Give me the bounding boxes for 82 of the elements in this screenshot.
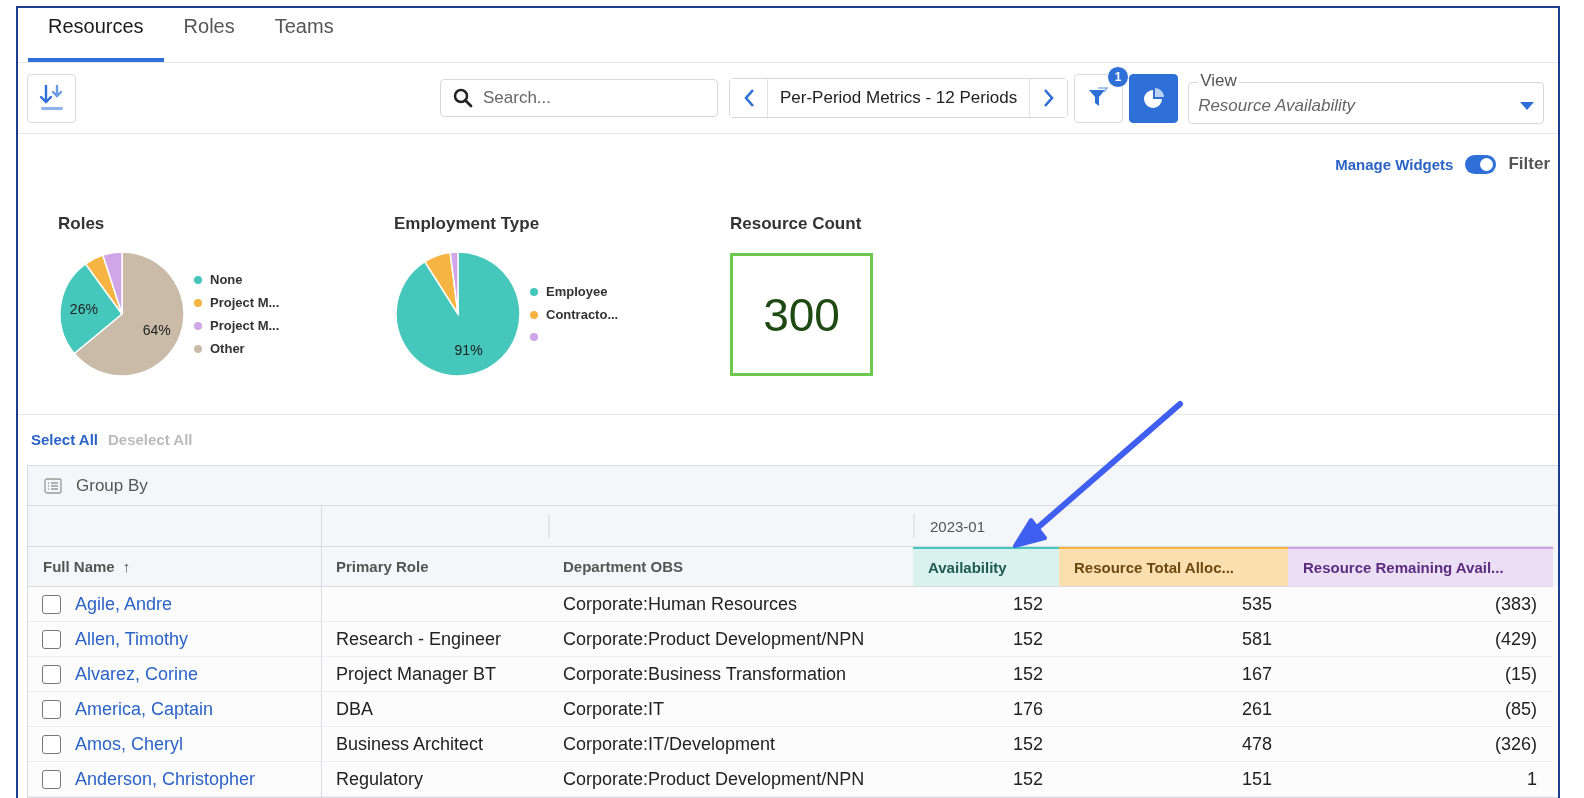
chevron-left-icon [742,88,755,108]
table-cell: Regulatory [336,768,424,790]
table-cell: 152 [1012,733,1043,755]
table-cell: Corporate:Human Resources [563,593,798,615]
legend-label: Contracto... [546,307,619,322]
search-input[interactable]: Search... [481,87,685,109]
legend-label: Project M... [210,318,280,333]
widgets-button[interactable] [1129,73,1179,123]
chevron-right-icon [1042,88,1055,108]
row-checkbox[interactable] [42,664,61,684]
table-cell: 581 [1241,628,1272,650]
table-cell: 535 [1241,593,1272,615]
name-link[interactable]: Allen, Timothy [75,628,189,650]
table-cell: DBA [336,698,373,720]
table-cell: (15) [1505,663,1537,685]
table-cell: 176 [1012,698,1043,720]
select-all-link[interactable]: Select All [31,431,98,449]
period-header: 2023-01 [929,517,986,535]
manage-widgets-link[interactable]: Manage Widgets [1335,155,1454,173]
list-icon [44,477,62,494]
table-cell: 151 [1241,768,1272,790]
filter-count-badge: 1 [1107,65,1130,88]
search-icon [453,88,473,108]
legend-label: Other [210,341,245,356]
name-link[interactable]: Alvarez, Corine [75,663,199,685]
name-link[interactable]: Anderson, Christopher [75,768,256,790]
sort-indicator: ↑ [122,558,131,575]
table-cell: Corporate:Product Development/NPN [563,768,865,790]
download-button[interactable] [27,73,76,123]
name-link[interactable]: America, Captain [75,698,214,720]
column-header[interactable]: Resource Remaining Avail... [1288,547,1553,587]
table-cell: 261 [1241,698,1272,720]
resource-count: 300 [730,253,873,376]
table-cell: (383) [1494,593,1537,615]
table-cell: Research - Engineer [336,628,502,650]
view-dropdown[interactable]: View Resource Availability [1188,70,1545,124]
row-checkbox[interactable] [42,734,61,754]
download-icon [38,84,65,112]
legend-label: None [210,272,243,287]
filter-toggle[interactable] [1465,154,1497,174]
legend-label: Employee [546,284,608,299]
table-cell: 1 [1527,768,1537,790]
table-cell: 152 [1012,768,1043,790]
slice-label: 91% [454,342,483,359]
table-cell: (85) [1505,698,1537,720]
table-cell: Corporate:IT/Development [563,733,776,755]
table-cell: Corporate:Product Development/NPN [563,628,865,650]
tab[interactable]: Teams [254,8,354,62]
table-cell: (326) [1494,733,1537,755]
table-cell: (429) [1494,628,1537,650]
widget-title: Employment Type [394,214,541,234]
table-cell: 152 [1012,593,1043,615]
row-checkbox[interactable] [42,594,61,614]
widget-title: Roles [58,214,106,234]
table-cell: Corporate:IT [563,698,665,720]
name-link[interactable]: Amos, Cheryl [75,733,184,755]
widget-title: Resource Count [730,214,863,234]
search-box[interactable]: Search... [440,79,718,117]
table-cell: Corporate:Business Transformation [563,663,847,685]
group-by-label: Group By [76,475,148,496]
tab[interactable]: Resources [28,8,164,62]
row-checkbox[interactable] [42,769,61,789]
table-cell: Business Architect [336,733,484,755]
slice-label: 64% [142,322,171,339]
table-cell: Project Manager BT [336,663,497,685]
column-header[interactable]: Resource Total Alloc... [1059,547,1288,587]
toggle-label: Filter [1508,154,1550,174]
row-checkbox[interactable] [42,699,61,719]
filter-button[interactable] [1074,73,1124,123]
dropdown-caret-icon [1520,102,1535,110]
column-header[interactable]: Availability [913,547,1059,587]
table-cell: 152 [1012,628,1043,650]
tab[interactable]: Roles [163,8,255,62]
table-cell: 478 [1241,733,1272,755]
table-cell: 167 [1241,663,1272,685]
name-link[interactable]: Agile, Andre [75,593,173,615]
filter-icon [1087,87,1110,109]
slice-label: 26% [69,301,98,318]
row-checkbox[interactable] [42,629,61,649]
table-cell: 152 [1012,663,1043,685]
pie-chart-icon [1141,86,1166,110]
legend-label: Project M... [210,295,280,310]
